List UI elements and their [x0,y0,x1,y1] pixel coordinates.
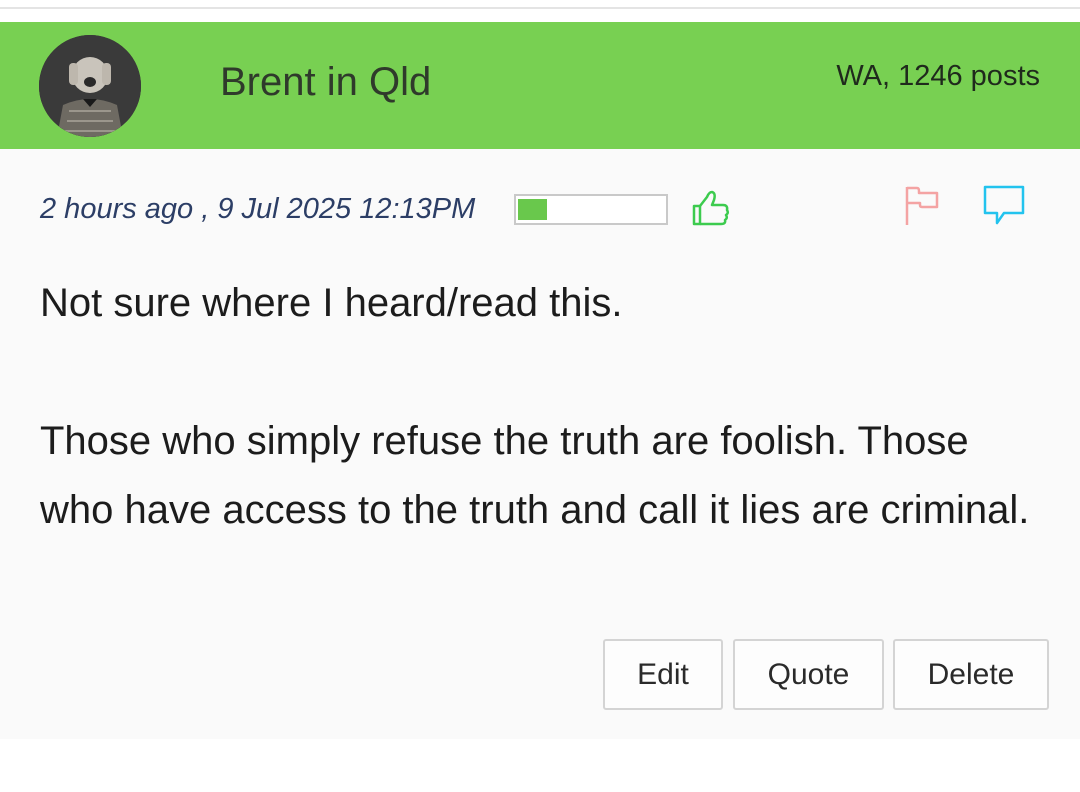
author-name[interactable]: Brent in Qld [220,60,431,105]
post-timestamp: 2 hours ago , 9 Jul 2025 12:13PM [40,193,476,225]
delete-button[interactable]: Delete [893,639,1049,710]
message-line: Not sure where I heard/read this. [40,281,623,325]
edit-button[interactable]: Edit [603,639,723,710]
top-divider [0,7,1080,9]
avatar[interactable] [39,35,141,137]
avatar-photo [39,35,141,137]
rating-bar [514,194,668,225]
post-message: Not sure where I heard/read this. Those … [40,269,1040,545]
post-body: 2 hours ago , 9 Jul 2025 12:13PM Not sur… [0,149,1080,739]
rating-bar-fill [518,199,547,220]
thumbs-up-icon[interactable] [688,186,732,235]
post-header: Brent in Qld WA, 1246 posts [0,22,1080,149]
author-meta: WA, 1246 posts [836,60,1040,92]
flag-icon[interactable] [902,183,942,232]
quote-button[interactable]: Quote [733,639,884,710]
message-line: Those who simply refuse the truth are fo… [40,419,1030,532]
comment-icon[interactable] [982,183,1026,232]
